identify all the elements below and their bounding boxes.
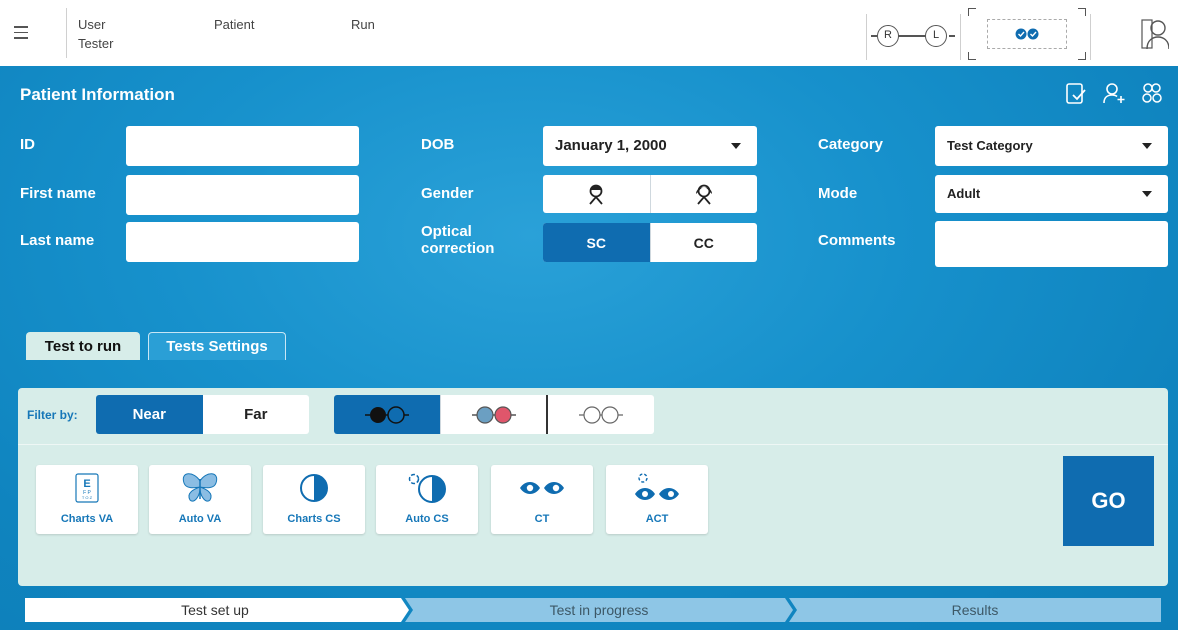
category-select[interactable]: Test Category	[935, 126, 1168, 166]
test-label: ACT	[645, 513, 669, 525]
run-label: Run	[351, 17, 375, 32]
comments-label: Comments	[818, 232, 896, 249]
user-value: Tester	[78, 36, 114, 51]
svg-text:T O Z: T O Z	[82, 495, 93, 500]
filter-near-button[interactable]: Near	[96, 395, 203, 434]
panel-actions	[1064, 81, 1164, 105]
go-button[interactable]: GO	[1063, 456, 1154, 546]
divider	[1090, 14, 1091, 60]
svg-text:E: E	[83, 478, 90, 490]
divider	[866, 14, 867, 60]
dark-glasses-icon[interactable]	[334, 395, 440, 434]
step-results: Results	[952, 602, 999, 618]
optical-option-sc[interactable]: SC	[543, 223, 650, 262]
clipboard-check-icon[interactable]	[1064, 81, 1088, 105]
hamburger-menu-icon[interactable]	[14, 22, 28, 42]
eyes-icon	[491, 472, 593, 504]
left-eye-icon[interactable]: L	[925, 25, 947, 47]
filter-label: Filter by:	[27, 408, 78, 422]
optical-correction-selector[interactable]: SC CC	[543, 223, 757, 262]
filter-far-button[interactable]: Far	[203, 395, 310, 434]
step-test-set-up: Test set up	[181, 602, 249, 618]
tab-tests-settings[interactable]: Tests Settings	[148, 332, 286, 360]
optical-correction-label: Optical correction	[421, 223, 494, 257]
auto-half-circle-icon	[376, 472, 478, 504]
test-tile-act[interactable]: ACT	[606, 465, 708, 534]
red-blue-glasses-icon[interactable]	[439, 395, 547, 434]
category-label: Category	[818, 136, 884, 153]
id-label: ID	[20, 136, 35, 153]
group-icon[interactable]	[1140, 81, 1164, 105]
first-name-label: First name	[20, 185, 96, 202]
test-tile-charts-cs[interactable]: Charts CS	[263, 465, 365, 534]
divider	[18, 444, 1168, 445]
panel-title: Patient Information	[20, 85, 175, 104]
eye-selector[interactable]: R L	[871, 25, 955, 49]
top-bar: User Tester Patient Run R L	[0, 0, 1178, 66]
right-eye-icon[interactable]: R	[877, 25, 899, 47]
mode-value: Adult	[947, 186, 981, 201]
mode-label: Mode	[818, 185, 858, 202]
test-label: Auto CS	[405, 513, 449, 525]
tab-test-to-run[interactable]: Test to run	[26, 332, 140, 360]
test-tile-ct[interactable]: CT	[491, 465, 593, 534]
last-name-label: Last name	[20, 232, 95, 249]
chevron-down-icon	[1142, 143, 1152, 149]
optical-label-line: Optical	[421, 223, 472, 240]
gender-label: Gender	[421, 185, 474, 202]
person-profile-icon[interactable]	[1141, 18, 1170, 50]
comments-input[interactable]	[935, 221, 1168, 267]
mode-select[interactable]: Adult	[935, 175, 1168, 213]
distance-filter[interactable]: Near Far	[96, 395, 309, 434]
divider	[66, 8, 67, 58]
butterfly-icon	[149, 472, 251, 504]
tests-card: Filter by: Near Far EF PT O Z Charts VA	[18, 388, 1168, 586]
step-test-in-progress: Test in progress	[550, 602, 649, 618]
test-label: CT	[534, 513, 550, 525]
add-person-icon[interactable]	[1102, 81, 1126, 105]
patient-information-panel: Patient Information ID First name Last n…	[0, 66, 1178, 630]
test-label: Charts VA	[60, 513, 114, 525]
chevron-down-icon	[731, 143, 741, 149]
test-tile-auto-cs[interactable]: Auto CS	[376, 465, 478, 534]
optical-label-line: correction	[421, 240, 495, 257]
patient-label: Patient	[214, 17, 255, 32]
test-tile-charts-va[interactable]: EF PT O Z Charts VA	[36, 465, 138, 534]
dob-label: DOB	[421, 136, 455, 153]
vr-headset-icon	[987, 19, 1067, 49]
male-icon[interactable]	[543, 175, 650, 213]
optical-option-cc[interactable]: CC	[649, 223, 758, 262]
divider	[960, 14, 961, 60]
clear-glasses-icon[interactable]	[546, 395, 654, 434]
user-label: User	[78, 17, 106, 32]
glasses-filter[interactable]	[334, 395, 654, 434]
gender-selector[interactable]	[543, 175, 757, 213]
chevron-down-icon	[1142, 191, 1152, 197]
test-tile-auto-va[interactable]: Auto VA	[149, 465, 251, 534]
id-input[interactable]	[126, 126, 359, 166]
first-name-input[interactable]	[126, 175, 359, 215]
dob-value: January 1, 2000	[555, 137, 667, 154]
half-circle-icon	[263, 472, 365, 504]
test-label: Auto VA	[178, 513, 222, 525]
last-name-input[interactable]	[126, 222, 359, 262]
progress-steps: Test set up Test in progress Results	[25, 598, 1161, 622]
device-status[interactable]	[968, 8, 1086, 60]
test-label: Charts CS	[287, 513, 341, 525]
auto-eyes-icon	[606, 472, 708, 504]
category-value: Test Category	[947, 138, 1033, 153]
female-icon[interactable]	[649, 175, 758, 213]
dob-select[interactable]: January 1, 2000	[543, 126, 757, 166]
eye-chart-icon: EF PT O Z	[36, 472, 138, 504]
